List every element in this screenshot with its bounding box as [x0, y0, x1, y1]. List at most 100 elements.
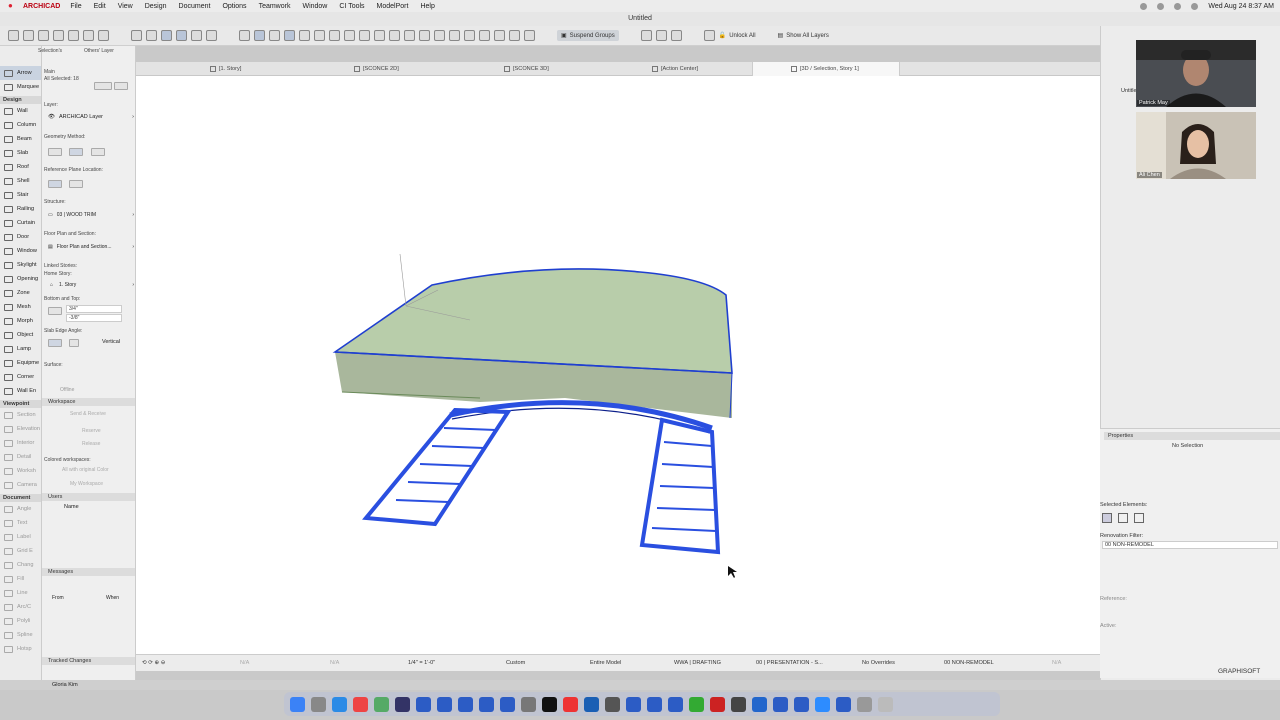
- tool-icon[interactable]: [38, 30, 49, 41]
- edge-vertical-button[interactable]: [48, 339, 62, 347]
- show-all-layers-button[interactable]: ▤ Show All Layers: [778, 32, 829, 40]
- reserve-button[interactable]: Reserve: [82, 428, 101, 434]
- renovation-select[interactable]: 00 NON-REMODEL: [944, 660, 994, 666]
- settings-button[interactable]: [114, 82, 128, 90]
- tab-sconce-3d[interactable]: [SCONCE 3D]: [504, 62, 549, 76]
- menu-options[interactable]: Options: [222, 3, 246, 10]
- archicad-icon[interactable]: [794, 696, 809, 712]
- guide-icon[interactable]: [176, 30, 187, 41]
- home-story-select[interactable]: ⌂ 1. Story ›: [50, 282, 134, 288]
- view-toggle-button[interactable]: [94, 82, 112, 90]
- structure-select[interactable]: ▭ 03 | WOOD TRIM ›: [48, 212, 134, 218]
- tool-object[interactable]: Object: [0, 328, 41, 342]
- tool-line[interactable]: Line: [0, 586, 41, 600]
- pen-set-select[interactable]: WWA | DRAFTING: [674, 660, 721, 666]
- tool-icon[interactable]: [131, 30, 142, 41]
- users-header[interactable]: Users: [42, 493, 135, 501]
- scale-select[interactable]: 1/4" = 1'-0": [408, 660, 435, 666]
- downloads-icon[interactable]: [857, 696, 872, 712]
- messages-icon[interactable]: [374, 696, 389, 712]
- undo-view-icon[interactable]: ⟲ ⟳ ⊕ ⊖: [142, 660, 165, 666]
- tool-roof[interactable]: Roof: [0, 160, 41, 174]
- tool-icon[interactable]: [299, 30, 310, 41]
- tab-sconce-2d[interactable]: [SCONCE 2D]: [354, 62, 399, 76]
- menu-view[interactable]: View: [118, 3, 133, 10]
- tool-icon[interactable]: [359, 30, 370, 41]
- discord-icon[interactable]: [395, 696, 410, 712]
- tool-icon[interactable]: [524, 30, 535, 41]
- renovation-filter-select[interactable]: 00 NON-REMODEL: [1102, 541, 1278, 549]
- archicad-icon[interactable]: [458, 696, 473, 712]
- tool-morph[interactable]: Morph: [0, 314, 41, 328]
- app-icon[interactable]: [605, 696, 620, 712]
- tool-skylight[interactable]: Skylight: [0, 258, 41, 272]
- bottom-offset-field[interactable]: -3/8": [66, 314, 122, 322]
- custom-select[interactable]: Custom: [506, 660, 525, 666]
- 3d-model-canvas[interactable]: [136, 76, 1100, 654]
- tool-marquee[interactable]: Marquee: [0, 80, 41, 94]
- menu-document[interactable]: Document: [179, 3, 211, 10]
- archicad-icon[interactable]: [836, 696, 851, 712]
- archicad-icon[interactable]: [626, 696, 641, 712]
- menu-window[interactable]: Window: [302, 3, 327, 10]
- 3d-viewport[interactable]: [136, 76, 1100, 654]
- tool-hotsp[interactable]: Hotsp: [0, 642, 41, 656]
- tool-icon[interactable]: [284, 30, 295, 41]
- menu-edit[interactable]: Edit: [94, 3, 106, 10]
- app-icon[interactable]: [752, 696, 767, 712]
- tool-shell[interactable]: Shell: [0, 174, 41, 188]
- list-view-icon[interactable]: [1118, 513, 1128, 523]
- video-tile-patrick[interactable]: Patrick May: [1136, 40, 1256, 107]
- chrome-icon[interactable]: [353, 696, 368, 712]
- release-button[interactable]: Release: [82, 441, 100, 447]
- tab-3d-selection[interactable]: [3D / Selection, Story 1]: [752, 62, 900, 76]
- unlock-all-button[interactable]: 🔓 Unlock All: [719, 32, 756, 40]
- tool-icon[interactable]: [434, 30, 445, 41]
- floor-plan-select[interactable]: ▤ Floor Plan and Section... ›: [48, 244, 134, 250]
- tool-icon[interactable]: [374, 30, 385, 41]
- tool-icon[interactable]: [494, 30, 505, 41]
- geometry-polygon-button[interactable]: [69, 148, 83, 156]
- grid-icon[interactable]: [191, 30, 202, 41]
- tool-interior[interactable]: Interior: [0, 436, 41, 450]
- design-header[interactable]: Design: [0, 96, 41, 104]
- tool-icon[interactable]: [269, 30, 280, 41]
- tool-elevation[interactable]: Elevation: [0, 422, 41, 436]
- grid-view-icon[interactable]: [1102, 513, 1112, 523]
- trash-icon[interactable]: [878, 696, 893, 712]
- menu-file[interactable]: File: [70, 3, 81, 10]
- tool-equipme[interactable]: Equipme: [0, 356, 41, 370]
- acrobat-icon[interactable]: [710, 696, 725, 712]
- tool-curtain[interactable]: Curtain: [0, 216, 41, 230]
- users-name-column[interactable]: Name: [64, 504, 79, 510]
- battery-icon[interactable]: [1174, 2, 1182, 10]
- archicad-icon[interactable]: [500, 696, 515, 712]
- tool-arrow[interactable]: Arrow: [0, 66, 41, 80]
- ref-plane-top-button[interactable]: [48, 180, 62, 188]
- tool-mesh[interactable]: Mesh: [0, 300, 41, 314]
- menu-modelport[interactable]: ModelPort: [377, 3, 409, 10]
- undo-icon[interactable]: [8, 30, 19, 41]
- tool-slab[interactable]: Slab: [0, 146, 41, 160]
- apple-icon[interactable]: ●: [8, 1, 18, 11]
- app-icon[interactable]: [689, 696, 704, 712]
- tool-railing[interactable]: Railing: [0, 202, 41, 216]
- tool-icon[interactable]: [239, 30, 250, 41]
- app-menu[interactable]: ARCHICAD: [23, 3, 60, 10]
- tool-stair[interactable]: Stair: [0, 188, 41, 202]
- archicad-icon[interactable]: [773, 696, 788, 712]
- tool-icon[interactable]: [640, 30, 652, 41]
- my-workspace-option[interactable]: My Workspace: [70, 481, 103, 487]
- tool-angle[interactable]: Angle: [0, 502, 41, 516]
- geometry-basic-button[interactable]: [48, 148, 62, 156]
- record-icon[interactable]: [1140, 2, 1148, 10]
- tool-icon[interactable]: [344, 30, 355, 41]
- tab-action-center[interactable]: [Action Center]: [652, 62, 698, 76]
- tool-icon[interactable]: [464, 30, 475, 41]
- tool-icon[interactable]: [419, 30, 430, 41]
- overrides-select[interactable]: No Overrides: [862, 660, 895, 666]
- tool-door[interactable]: Door: [0, 230, 41, 244]
- safari-icon[interactable]: [332, 696, 347, 712]
- tree-view-icon[interactable]: [1134, 513, 1144, 523]
- tool-polyli[interactable]: Polyli: [0, 614, 41, 628]
